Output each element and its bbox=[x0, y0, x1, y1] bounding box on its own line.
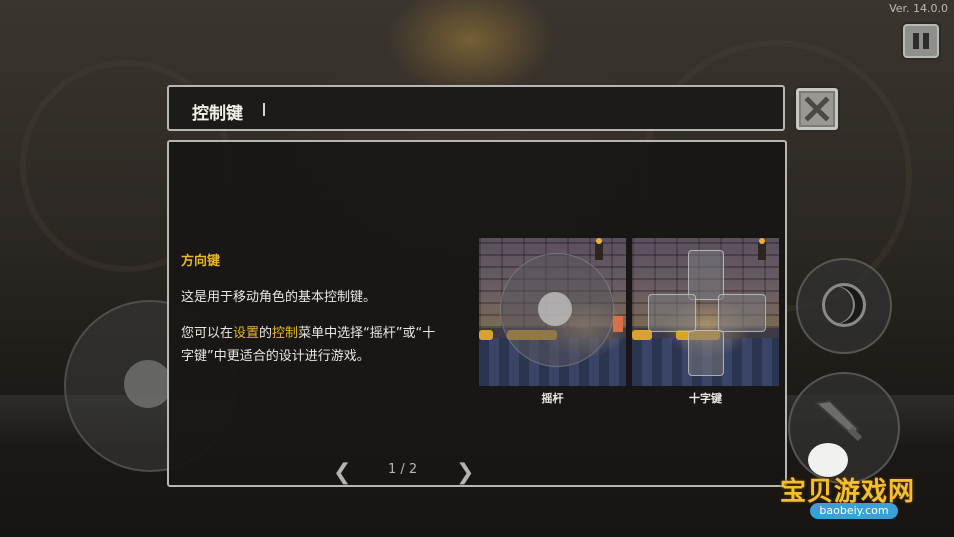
joystick-knob[interactable] bbox=[124, 360, 172, 408]
prev-page-button[interactable]: ❮ bbox=[333, 462, 351, 484]
close-button[interactable] bbox=[794, 86, 840, 132]
text-fragment: 您可以在 bbox=[181, 326, 234, 341]
close-icon bbox=[804, 96, 830, 122]
text-fragment: 的 bbox=[259, 326, 273, 341]
gold-pile bbox=[632, 330, 652, 340]
controls-highlight: 控制 bbox=[272, 326, 299, 341]
dpad-right bbox=[718, 294, 766, 332]
page-indicator: 1 / 2 bbox=[388, 462, 418, 477]
description-line1: 这是用于移动角色的基本控制键。 bbox=[181, 290, 377, 305]
joystick-preview-image bbox=[479, 238, 626, 386]
torch bbox=[758, 242, 766, 260]
joystick-label: 摇杆 bbox=[541, 392, 564, 405]
dialog-header: 控制键 bbox=[167, 85, 785, 131]
pause-button[interactable] bbox=[901, 22, 941, 60]
torch bbox=[595, 242, 603, 260]
joystick-knob-illustration bbox=[538, 292, 572, 326]
watermark-url: baobeiy.com bbox=[810, 503, 898, 519]
torch-flame bbox=[596, 238, 602, 244]
section-heading: 方向键 bbox=[181, 254, 221, 269]
dpad-label: 十字键 bbox=[689, 392, 722, 405]
dpad-up bbox=[688, 250, 724, 300]
settings-highlight: 设置 bbox=[233, 326, 260, 341]
torch-flame bbox=[759, 238, 765, 244]
description-line3: 字键”中更适合的设计进行游戏。 bbox=[181, 349, 370, 364]
moon-icon bbox=[822, 283, 866, 327]
dialog-title: 控制键 bbox=[192, 104, 243, 124]
game-screen: Ver. 14.0.0 控制键 方向键 这是用于移动角色的基本控制键。 您可以在… bbox=[0, 0, 954, 537]
next-page-button[interactable]: ❯ bbox=[456, 462, 474, 484]
dpad-left bbox=[648, 294, 696, 332]
dialog-content: 方向键 这是用于移动角色的基本控制键。 您可以在设置的控制菜单中选择“摇杆”或“… bbox=[167, 140, 787, 487]
gold-pile bbox=[479, 330, 493, 340]
description-line2: 您可以在设置的控制菜单中选择“摇杆”或“十 bbox=[181, 322, 435, 345]
site-watermark: 宝贝游戏网 baobeiy.com bbox=[778, 443, 928, 533]
version-label: Ver. 14.0.0 bbox=[889, 2, 948, 15]
text-fragment: 菜单中选择“摇杆”或“十 bbox=[298, 326, 436, 341]
title-cursor bbox=[263, 103, 265, 116]
dpad-down bbox=[688, 330, 724, 376]
lava-block bbox=[613, 316, 623, 332]
dpad-preview-image bbox=[632, 238, 779, 386]
